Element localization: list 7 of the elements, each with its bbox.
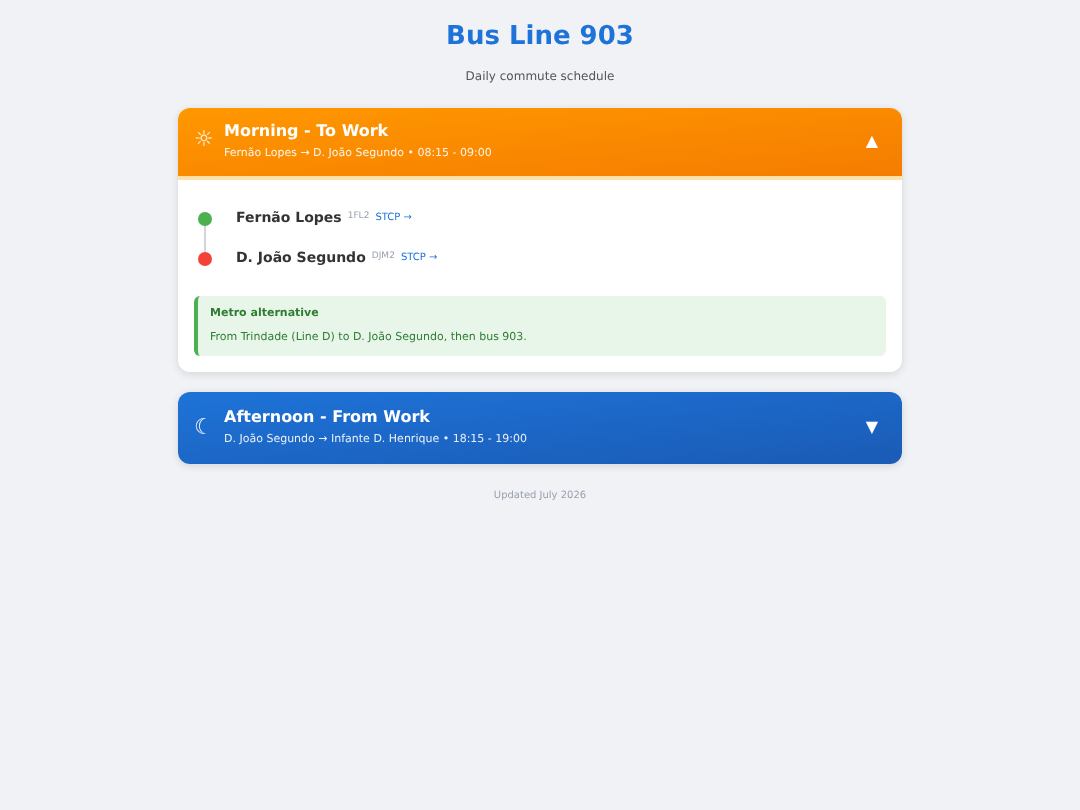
moon-icon: ☾ xyxy=(194,411,222,445)
toggle-icon[interactable]: ▲ xyxy=(865,129,878,153)
sun-icon: ☼ xyxy=(194,124,222,158)
section-title: Morning - To Work xyxy=(224,119,391,141)
section-title: Afternoon - From Work xyxy=(224,406,432,428)
page-title: Bus Line 903 xyxy=(446,20,634,56)
toggle-icon[interactable]: ▼ xyxy=(865,416,878,440)
